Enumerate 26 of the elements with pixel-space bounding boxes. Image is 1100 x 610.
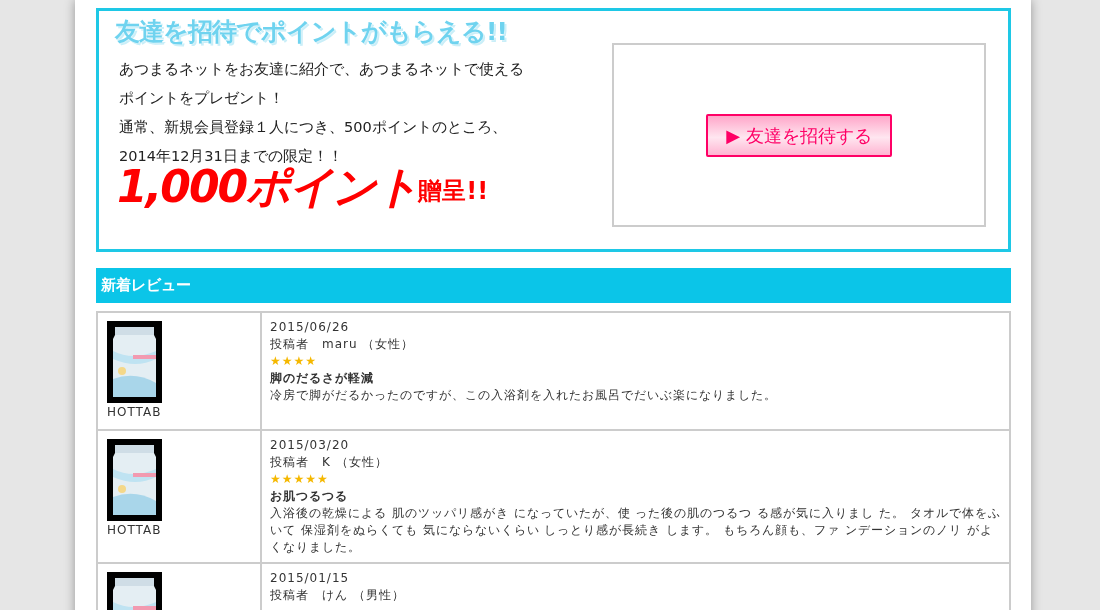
- review-text: 冷房で脚がだるかったのですが、この入浴剤を入れたお風呂でだいぶ楽になりました。: [270, 386, 778, 404]
- points-gift-text: 贈呈!!: [418, 176, 489, 207]
- review-date: 2015/03/20: [270, 436, 351, 454]
- star-icon: ★: [281, 470, 294, 488]
- review-date: 2015/01/15: [270, 569, 351, 587]
- review-author: 投稿者 けん （男性）: [270, 586, 406, 604]
- banner-title: 友達を招待でポイントがもらえる!!: [115, 17, 508, 47]
- description-text: あつまるネットをお友達に紹介で、あつまるネットで使える ポイントをプレゼント！ 通常、新規会員登録１人につき、500ポイントのところ、 2014年12月31日までの限定！！: [119, 60, 524, 166]
- review-author: 投稿者 maru （女性）: [270, 335, 416, 353]
- product-name: HOTTAB: [107, 403, 163, 421]
- star-icon: ★: [293, 352, 306, 370]
- invite-button[interactable]: ▶ 友達を招待する: [706, 113, 892, 157]
- review-date: 2015/06/26: [270, 318, 351, 336]
- star-icon: ★: [281, 352, 294, 370]
- product-name: HOTTAB: [107, 521, 163, 539]
- review-text: 入浴後の乾燥による 肌のツッパリ感がき になっていたが、使 った後の肌のつるつ る感が気に入りまし た。 タオルで体をふいて 保湿剤をぬらくても 気にならないくらい しっとり感が長続き します。 もちろん顔も、ファ ンデーションのノリ がよくなりました。: [270, 504, 1001, 556]
- star-icon: ★: [293, 470, 306, 488]
- star-icon: ★: [270, 352, 282, 370]
- star-icon: ★: [270, 470, 282, 488]
- star-icon: ★: [305, 470, 318, 488]
- star-icon: ★: [305, 352, 318, 370]
- review-title: お肌つるつる: [270, 487, 349, 505]
- section-header: 新着レビュー: [96, 268, 1011, 303]
- review-title: 脚のだるさが軽減: [270, 369, 375, 387]
- review-author: 投稿者 K （女性）: [270, 453, 389, 471]
- star-icon: ★: [317, 470, 329, 488]
